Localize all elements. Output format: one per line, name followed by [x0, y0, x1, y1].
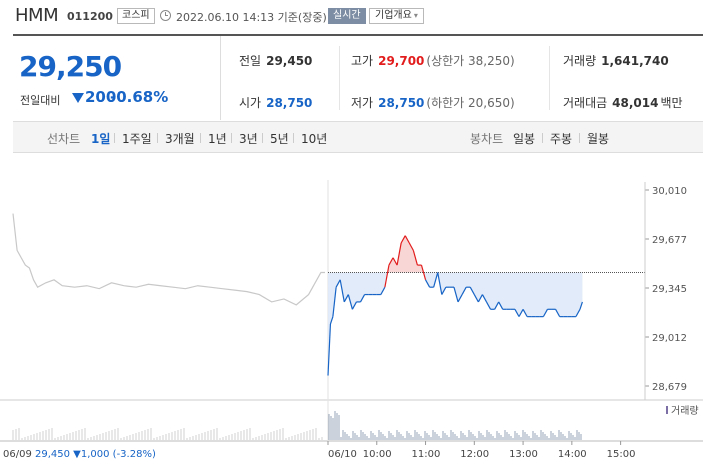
period-3m[interactable]: 3개월	[165, 130, 195, 147]
chart-area	[328, 235, 583, 376]
candle-monthly[interactable]: 월봉	[587, 130, 609, 147]
x-tick-label: 14:00	[558, 449, 587, 460]
stat-high: 고가 29,700 (상한가 38,250)	[351, 52, 515, 69]
stat-value: 28,750	[378, 96, 425, 110]
current-price-box: 29,250 전일대비 200 -0.68%	[13, 36, 221, 120]
down-arrow-icon	[72, 93, 84, 103]
stat-label: 시가	[239, 96, 262, 110]
divider	[231, 133, 232, 143]
stock-header: HMM 011200 코스피 2022.06.10 14:13 기준(장중) 실…	[0, 0, 703, 34]
divider	[200, 133, 201, 143]
price-chart: 30,010 29,677 29,345 29,012 28,679 거래량 06/10…	[0, 154, 703, 469]
volume-label: 거래량	[671, 405, 699, 417]
x-tick-label: 11:00	[412, 449, 441, 460]
period-1d[interactable]: 1일	[91, 130, 110, 147]
chart-svg: 30,010 29,677 29,345 29,012 28,679 거래량 06/10…	[0, 180, 703, 460]
company-info-button[interactable]: 기업개요 ▾	[369, 8, 424, 24]
x-axis: 06/10 10:00 11:00 12:00 13:00 14:00 15:00 06/09…	[3, 441, 635, 460]
period-1w[interactable]: 1주일	[122, 130, 152, 147]
divider	[114, 133, 115, 143]
stat-label: 고가	[351, 54, 374, 68]
stat-value: 29,700	[378, 54, 425, 68]
company-info-label: 기업개요	[375, 10, 412, 21]
stat-trade-value: 거래대금 48,014 백만	[563, 94, 683, 111]
y-tick-label: 29,345	[652, 284, 687, 295]
x-tick-label: 13:00	[509, 449, 538, 460]
prev-day-summary: 06/09 29,450 ▼1,000 (-3.28%)	[3, 449, 156, 460]
stat-open: 시가 28,750	[239, 94, 312, 111]
stat-unit: 백만	[660, 96, 683, 110]
clock-icon	[160, 10, 171, 21]
y-tick-label: 29,677	[652, 235, 687, 246]
price-stats: 전일 29,450 고가 29,700 (상한가 38,250) 거래량 1,641,7…	[221, 36, 703, 120]
divider	[157, 133, 158, 143]
stat-label: 저가	[351, 96, 374, 110]
divider	[293, 133, 294, 143]
prev-day-rate: (-3.28%)	[113, 449, 156, 460]
prev-day-close: 29,450	[35, 449, 73, 460]
y-axis: 30,010 29,677 29,345 29,012 28,679	[644, 182, 687, 400]
divider	[549, 46, 550, 110]
stat-sub: (하한가 20,650)	[426, 96, 515, 110]
stat-value: 29,450	[266, 54, 313, 68]
line-chart-label: 선차트	[47, 132, 81, 146]
stat-volume: 거래량 1,641,740	[563, 52, 669, 69]
divider	[542, 133, 543, 143]
x-tick-label: 10:00	[363, 449, 392, 460]
stat-label: 거래량	[563, 54, 597, 68]
chart-grid	[0, 180, 703, 442]
stat-value: 48,014	[612, 96, 659, 110]
x-tick-label: 12:00	[460, 449, 489, 460]
x-tick-label: 06/10	[328, 449, 357, 460]
stat-label: 거래대금	[563, 96, 608, 110]
volume-panel: 거래량	[12, 405, 699, 440]
stat-label: 전일	[239, 54, 262, 68]
market-badge: 코스피	[117, 8, 155, 24]
prev-day-line	[12, 213, 325, 306]
divider	[579, 133, 580, 143]
y-tick-label: 30,010	[652, 186, 687, 197]
timestamp: 2022.06.10 14:13 기준(장중)	[176, 11, 327, 24]
candle-daily[interactable]: 일봉	[513, 130, 535, 147]
prev-day-date: 06/09	[3, 449, 35, 460]
period-1y[interactable]: 1년	[208, 130, 227, 147]
stat-low: 저가 28,750 (하한가 20,650)	[351, 94, 515, 111]
chevron-down-icon: ▾	[413, 11, 418, 20]
period-bar: 선차트 1일 1주일 3개월 1년 3년 5년 10년 봉차트 일봉 주봉 월봉	[13, 121, 703, 153]
x-tick-label: 15:00	[607, 449, 636, 460]
change-rate: -0.68%	[110, 88, 169, 106]
prev-day-change: ▼1,000	[73, 449, 113, 460]
change-label: 전일대비	[20, 94, 61, 107]
stat-value: 28,750	[266, 96, 313, 110]
stat-sub: (상한가 38,250)	[426, 54, 515, 68]
candle-chart-label: 봉차트	[470, 132, 504, 146]
y-tick-label: 28,679	[652, 382, 687, 393]
period-5y[interactable]: 5년	[270, 130, 289, 147]
below-prev-close-area	[328, 235, 583, 376]
period-3y[interactable]: 3년	[239, 130, 258, 147]
period-10y[interactable]: 10년	[301, 130, 327, 147]
stat-prev-close: 전일 29,450	[239, 52, 312, 69]
divider	[339, 46, 340, 110]
candle-weekly[interactable]: 주봉	[550, 130, 572, 147]
stock-code: 011200	[67, 10, 113, 23]
stat-value: 1,641,740	[601, 54, 669, 68]
y-tick-label: 29,012	[652, 333, 687, 344]
current-price: 29,250	[19, 50, 122, 83]
realtime-button[interactable]: 실시간	[328, 8, 366, 24]
divider	[262, 133, 263, 143]
price-panel: 29,250 전일대비 200 -0.68% 전일 29,450 고가 29,700…	[13, 34, 703, 120]
stock-name: HMM	[15, 5, 59, 26]
